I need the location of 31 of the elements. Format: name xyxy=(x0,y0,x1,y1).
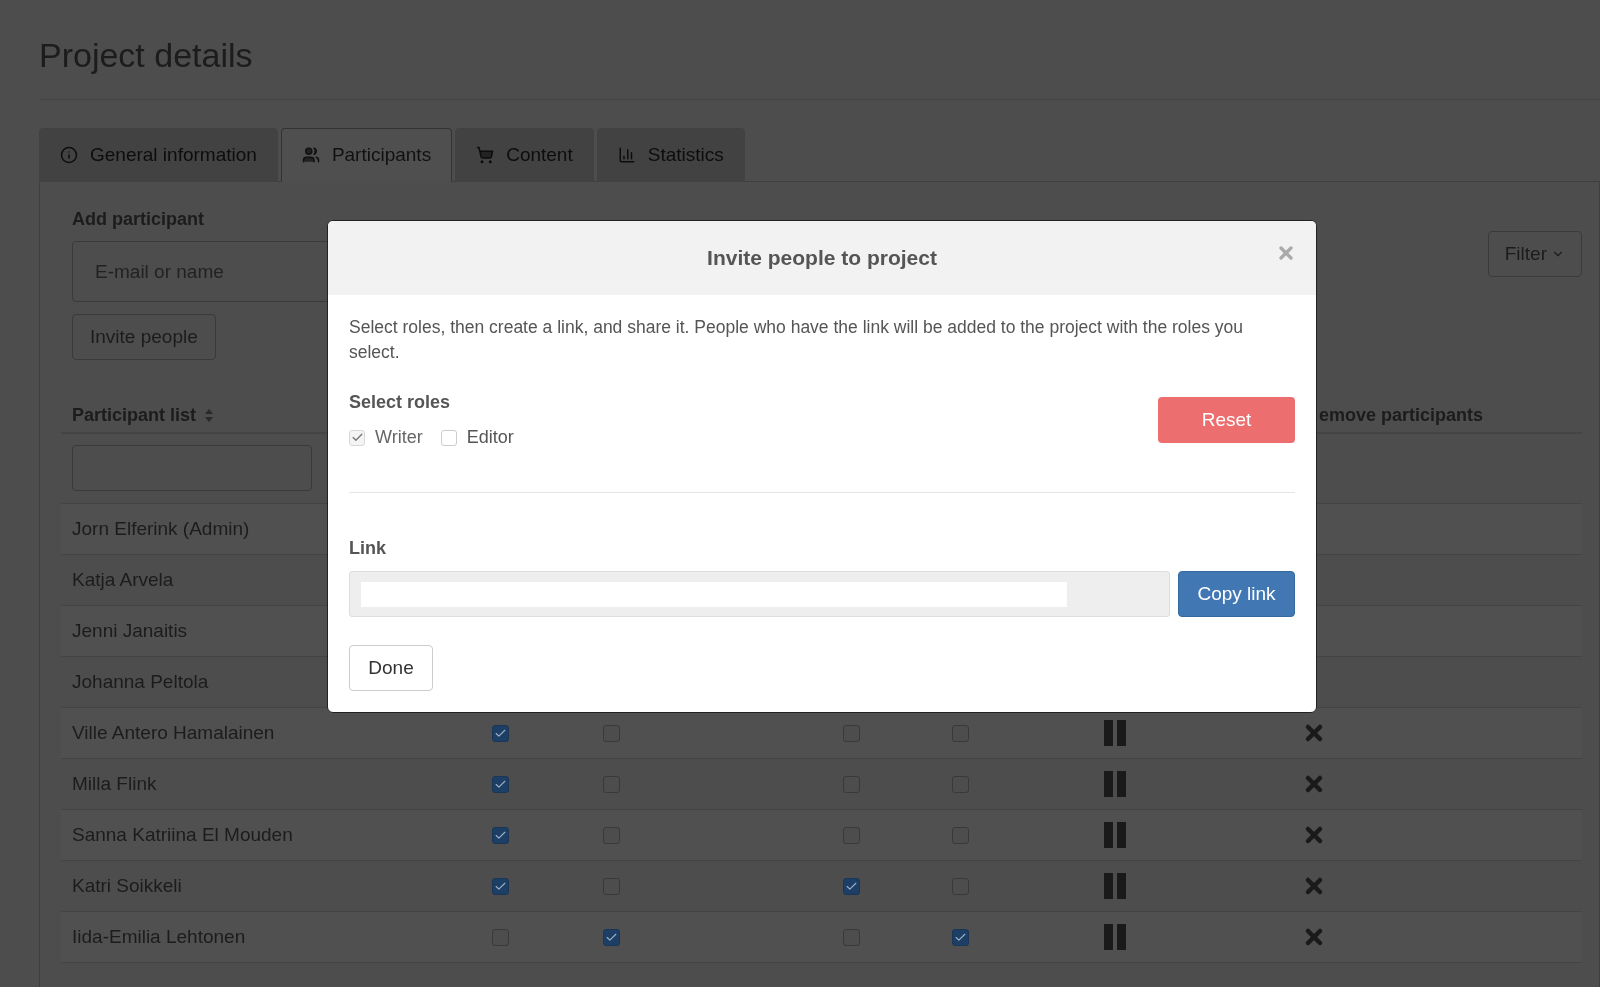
checkbox[interactable] xyxy=(491,775,509,793)
link-field[interactable] xyxy=(349,571,1170,617)
copy-link-button[interactable]: Copy link xyxy=(1178,571,1295,617)
info-icon xyxy=(60,146,78,164)
pause-icon[interactable] xyxy=(1104,924,1128,950)
close-icon[interactable] xyxy=(1276,243,1296,263)
checkbox[interactable] xyxy=(602,928,620,946)
pause-icon[interactable] xyxy=(1104,720,1128,746)
dialog-title: Invite people to project xyxy=(707,245,937,272)
role-label: Writer xyxy=(375,426,423,449)
done-button[interactable]: Done xyxy=(349,645,433,691)
sort-icon xyxy=(204,407,215,423)
link-label: Link xyxy=(349,537,387,560)
checkbox[interactable] xyxy=(491,877,509,895)
pause-icon[interactable] xyxy=(1104,771,1128,797)
checkbox[interactable] xyxy=(491,826,509,844)
pause-icon[interactable] xyxy=(1104,873,1128,899)
roles-label: Select roles xyxy=(349,391,452,414)
dialog-description: Select roles, then create a link, and share it. People who have the link will be added to the project with the roles you select. xyxy=(349,316,1244,364)
bar-chart-icon xyxy=(617,146,636,164)
role-label: Editor xyxy=(466,426,514,449)
users-icon xyxy=(301,146,320,164)
checkbox[interactable] xyxy=(491,724,509,742)
reset-button[interactable]: Reset xyxy=(1158,397,1295,443)
check-icon xyxy=(350,431,364,444)
checkbox[interactable] xyxy=(951,928,969,946)
checkbox[interactable] xyxy=(842,877,860,895)
pause-icon[interactable] xyxy=(1104,822,1128,848)
cart-icon xyxy=(476,146,495,164)
tab[interactable]: Participants xyxy=(280,128,453,182)
role-checkbox[interactable] xyxy=(440,429,457,446)
